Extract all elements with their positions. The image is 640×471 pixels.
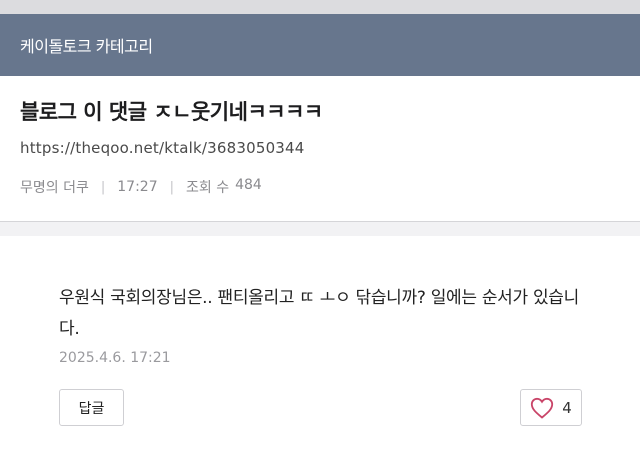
category-header[interactable]: 케이돌토크 카테고리 (0, 14, 640, 76)
views-count: 484 (235, 177, 262, 193)
reply-button[interactable]: 답글 (59, 389, 124, 426)
like-count: 4 (562, 398, 572, 417)
comment-item: 우원식 국회의장님은.. 팬티올리고 ㄸ ㅗㅇ 닦습니까? 일에는 순서가 있습… (0, 236, 640, 471)
post-title: 블로그 이 댓글 ㅈㄴ웃기네ㅋㅋㅋㅋ (20, 100, 323, 124)
status-strip (0, 0, 640, 14)
category-title[interactable]: 케이돌토크 카테고리 (20, 33, 153, 57)
post-author: 무명의 더쿠 (20, 180, 89, 196)
comment-date: 2025.4.6. 17:21 (59, 350, 171, 366)
post-views: 조회 수 484 (186, 177, 262, 197)
post-meta: 무명의 더쿠 | 17:27 | 조회 수 484 (20, 177, 262, 197)
section-gap (0, 222, 640, 236)
post-header: 블로그 이 댓글 ㅈㄴ웃기네ㅋㅋㅋㅋ https://theqoo.net/kt… (0, 76, 640, 222)
post-time: 17:27 (117, 179, 158, 195)
comment-text: 우원식 국회의장님은.. 팬티올리고 ㄸ ㅗㅇ 닦습니까? 일에는 순서가 있습… (59, 288, 579, 339)
heart-icon (531, 397, 554, 419)
views-label: 조회 수 (186, 180, 230, 196)
meta-divider: | (169, 179, 174, 195)
like-button[interactable]: 4 (520, 389, 582, 426)
post-url[interactable]: https://theqoo.net/ktalk/3683050344 (20, 139, 305, 157)
meta-divider: | (100, 179, 106, 195)
